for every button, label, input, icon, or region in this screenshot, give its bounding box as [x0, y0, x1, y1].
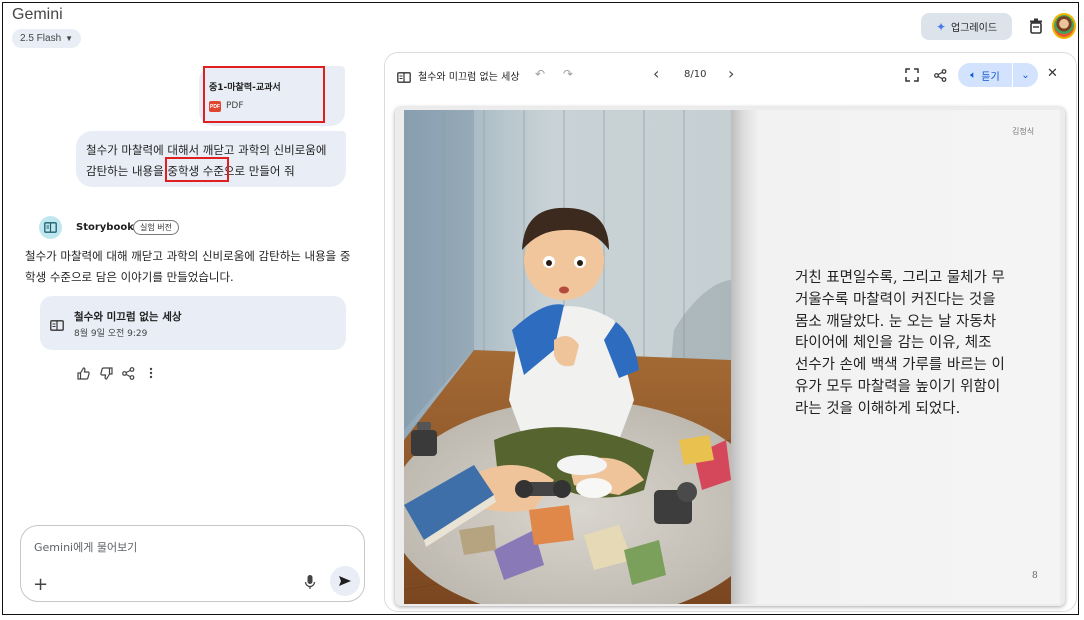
temporary-chat-icon[interactable] — [1027, 16, 1045, 36]
share-icon[interactable] — [934, 67, 948, 82]
story-card-title: 철수와 미끄럼 없는 세상 — [74, 311, 182, 323]
next-page-icon[interactable]: › — [728, 64, 734, 83]
attachment-name: 중1-마찰력-교과서 — [209, 83, 281, 93]
send-button[interactable] — [330, 566, 360, 596]
sparkle-icon: ✦ — [935, 19, 947, 34]
story-card-date: 8월 9일 오전 9:29 — [74, 329, 148, 339]
listen-label: 듣기 — [981, 71, 1000, 83]
share-icon[interactable] — [121, 366, 135, 380]
upgrade-button[interactable]: ✦ 업그레이드 — [921, 13, 1012, 40]
pdf-icon: PDF — [209, 101, 221, 112]
speaker-icon: 🔈︎ — [970, 69, 977, 81]
attachment-type: PDF — [226, 101, 244, 111]
fullscreen-icon[interactable] — [905, 67, 919, 82]
caret-down-icon: ▼ — [65, 34, 74, 43]
thumbs-up-icon[interactable] — [76, 366, 90, 380]
model-selector[interactable]: 2.5 Flash ▼ — [12, 29, 82, 48]
model-label: 2.5 Flash — [20, 33, 62, 44]
redo-icon[interactable]: ↷ — [563, 67, 573, 81]
experimental-badge: 실험 버전 — [133, 220, 179, 235]
page-indicator: 8/10 — [684, 69, 707, 80]
upgrade-label: 업그레이드 — [951, 23, 998, 34]
send-icon — [339, 576, 351, 586]
previous-page-icon[interactable]: ‹ — [653, 64, 659, 83]
book-icon — [50, 316, 64, 335]
more-options-icon[interactable] — [144, 366, 158, 380]
story-title: 철수와 미끄럼 없는 세상 — [418, 72, 520, 83]
listen-button[interactable]: 🔈︎ 듣기 — [958, 63, 1012, 87]
storybook-icon — [39, 216, 62, 239]
story-illustration — [404, 110, 731, 604]
annotation-box — [165, 157, 229, 182]
page-number: 8 — [1032, 571, 1038, 581]
listen-options-button[interactable]: ⌄ — [1013, 63, 1038, 87]
annotation-box — [203, 66, 325, 123]
story-page-text: 거친 표면일수록, 그리고 물체가 무거울수록 마찰력이 커진다는 것을 몸소 … — [795, 270, 1005, 417]
close-icon[interactable]: ✕ — [1047, 66, 1058, 81]
assistant-response: 철수가 마찰력에 대해 깨닫고 과학의 신비로움에 감탄하는 내용을 중학생 수… — [25, 249, 351, 284]
thumbs-down-icon[interactable] — [99, 366, 113, 380]
chevron-down-icon: ⌄ — [1021, 69, 1030, 81]
undo-icon[interactable]: ↶ — [535, 67, 545, 81]
author-name: 김정식 — [1012, 127, 1035, 136]
book-icon — [397, 68, 411, 87]
assistant-name: Storybook — [76, 222, 134, 233]
prompt-input-box[interactable] — [20, 525, 365, 602]
microphone-icon[interactable] — [303, 574, 317, 590]
avatar[interactable] — [1052, 13, 1076, 39]
prompt-input[interactable]: Gemini에게 물어보기 — [34, 539, 137, 555]
add-icon[interactable]: + — [33, 574, 48, 595]
app-title: Gemini — [12, 6, 63, 23]
